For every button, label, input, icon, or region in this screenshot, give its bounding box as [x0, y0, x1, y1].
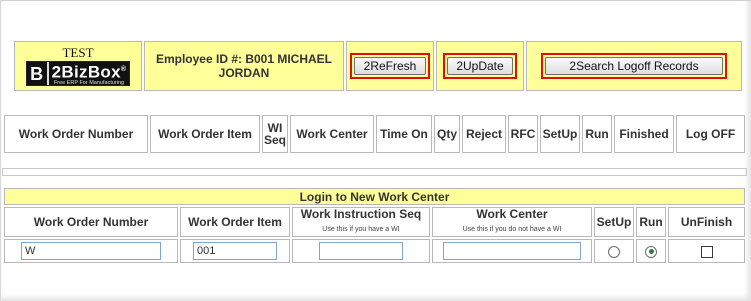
work-order-number-input[interactable] — [21, 242, 161, 260]
search-logoff-records-button[interactable]: 2Search Logoff Records — [545, 57, 723, 75]
active-log-table: Work Order Number Work Order Item WI Seq… — [2, 113, 747, 155]
col-time-on: Time On — [376, 115, 432, 153]
login-col-unfinish: UnFinish — [668, 207, 745, 237]
logo-name: 2BizBox — [51, 62, 121, 82]
divider — [2, 168, 747, 176]
col-work-order-item: Work Order Item — [150, 115, 260, 153]
login-col-setup: SetUp — [594, 207, 634, 237]
work-center-input[interactable] — [443, 242, 581, 260]
update-button[interactable]: 2UpDate — [447, 57, 513, 75]
login-col-wi-seq: Work Instruction Seq Use this if you hav… — [292, 207, 430, 237]
col-finished: Finished — [614, 115, 674, 153]
col-rfc: RFC — [508, 115, 538, 153]
col-setup: SetUp — [540, 115, 580, 153]
login-section-title: Login to New Work Center — [4, 188, 745, 205]
2bizbox-logo: B 2BizBox® Free ERP For Manufacturing — [25, 61, 131, 87]
wi-seq-hint: Use this if you have a WI — [322, 226, 400, 233]
login-table-header: Work Order Number Work Order Item Work I… — [4, 207, 745, 237]
wo-item-cell — [180, 239, 290, 263]
work-center-hint: Use this if you do not have a WI — [462, 226, 562, 233]
unfinish-checkbox[interactable] — [700, 245, 713, 258]
col-qty: Qty — [434, 115, 460, 153]
login-work-center-table: Login to New Work Center Work Order Numb… — [2, 186, 747, 265]
work-center-cell — [432, 239, 592, 263]
employee-id: Employee ID #: B001 MICHAEL JORDAN — [144, 41, 344, 91]
logo-tagline: Free ERP For Manufacturing — [53, 80, 125, 87]
wi-seq-label: Work Instruction Seq — [300, 207, 422, 221]
col-work-order-number: Work Order Number — [4, 115, 148, 153]
wi-seq-cell — [292, 239, 430, 263]
run-radio-cell — [636, 239, 666, 263]
setup-radio-cell — [594, 239, 634, 263]
login-input-row — [4, 239, 745, 263]
col-reject: Reject — [462, 115, 506, 153]
wo-number-cell — [4, 239, 178, 263]
col-wi-seq: WI Seq — [262, 115, 288, 153]
unfinish-checkbox-cell — [668, 239, 745, 263]
update-cell: 2UpDate — [436, 41, 524, 91]
logo-mark: B — [26, 62, 47, 85]
header-bar: TEST B 2BizBox® Free ERP For Manufacturi… — [12, 39, 744, 93]
col-work-center: Work Center — [290, 115, 374, 153]
search-cell: 2Search Logoff Records — [526, 41, 742, 91]
setup-radio[interactable] — [608, 245, 620, 258]
login-col-work-center: Work Center Use this if you do not have … — [432, 207, 592, 237]
run-radio[interactable] — [645, 245, 657, 258]
logo-registered: ® — [120, 65, 127, 73]
log-table-header: Work Order Number Work Order Item WI Seq… — [4, 115, 745, 153]
login-col-run: Run — [636, 207, 666, 237]
work-center-label: Work Center — [476, 207, 548, 221]
company-name: TEST — [62, 45, 94, 60]
work-order-item-input[interactable] — [193, 242, 277, 260]
login-col-work-order-item: Work Order Item — [180, 207, 290, 237]
login-col-work-order-number: Work Order Number — [4, 207, 178, 237]
col-run: Run — [582, 115, 612, 153]
brand-cell: TEST B 2BizBox® Free ERP For Manufacturi… — [14, 41, 142, 91]
work-instruction-seq-input[interactable] — [319, 242, 403, 260]
refresh-button[interactable]: 2ReFresh — [354, 57, 426, 75]
refresh-cell: 2ReFresh — [346, 41, 434, 91]
col-log-off: Log OFF — [676, 115, 745, 153]
